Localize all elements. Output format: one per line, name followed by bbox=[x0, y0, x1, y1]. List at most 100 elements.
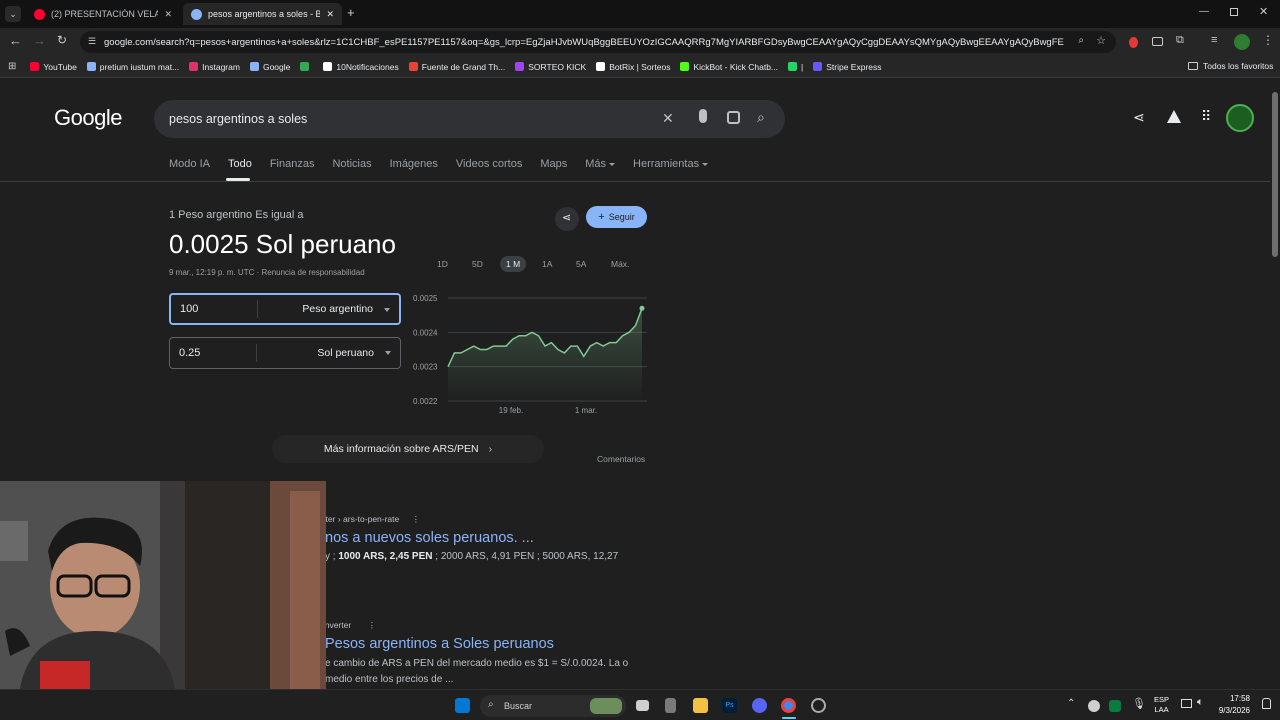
close-tab-icon[interactable]: ✕ bbox=[164, 9, 172, 20]
bookmark-item[interactable]: | bbox=[788, 62, 803, 72]
new-tab-button[interactable]: + bbox=[347, 5, 355, 20]
tab-maps[interactable]: Maps bbox=[540, 158, 567, 170]
search-input[interactable]: pesos argentinos a soles bbox=[169, 112, 307, 126]
all-bookmarks-folder[interactable]: Todos los favoritos bbox=[1188, 61, 1273, 71]
y-tick-label: 0.0022 bbox=[413, 397, 438, 406]
tab-presentacion[interactable]: (2) PRESENTACIÓN VELADA DE ✕ bbox=[26, 3, 180, 25]
bookmark-item[interactable]: Stripe Express bbox=[813, 62, 882, 72]
close-window-icon[interactable]: ✕ bbox=[1259, 5, 1268, 18]
app-gear-icon[interactable] bbox=[811, 698, 826, 713]
taskbar-search[interactable]: ⌕ Buscar bbox=[480, 695, 626, 717]
search-box[interactable]: pesos argentinos a soles ✕ ⌕ bbox=[154, 100, 785, 138]
network-icon[interactable] bbox=[1181, 699, 1192, 708]
share-button[interactable]: ⋖ bbox=[555, 207, 579, 231]
windows-start-icon[interactable] bbox=[455, 698, 470, 713]
bookmark-item[interactable]: Fuente de Grand Th... bbox=[408, 62, 505, 72]
search-icon[interactable]: ⌕ bbox=[757, 109, 765, 126]
bookmark-item[interactable] bbox=[300, 62, 313, 71]
app-icon[interactable] bbox=[665, 698, 676, 713]
page-scrollbar-thumb[interactable] bbox=[1272, 92, 1278, 257]
account-avatar[interactable] bbox=[1226, 104, 1254, 132]
bookmark-star-icon[interactable]: ☆ bbox=[1096, 34, 1106, 47]
file-explorer-icon[interactable] bbox=[693, 698, 708, 713]
task-view-icon[interactable] bbox=[636, 700, 649, 711]
bookmark-item[interactable]: Instagram bbox=[189, 62, 240, 72]
range-1m[interactable]: 1 M bbox=[500, 256, 527, 272]
google-logo[interactable]: Google bbox=[54, 105, 122, 131]
to-amount-input[interactable]: 0.25 bbox=[170, 344, 257, 362]
reload-icon[interactable]: ↻ bbox=[57, 33, 67, 47]
tab-videos-cortos[interactable]: Videos cortos bbox=[456, 158, 522, 170]
range-5a[interactable]: 5A bbox=[576, 259, 586, 269]
more-info-button[interactable]: Más información sobre ARS/PEN › bbox=[272, 435, 544, 463]
clear-icon[interactable]: ✕ bbox=[662, 110, 674, 127]
result-menu-icon[interactable]: ⋮ bbox=[412, 514, 421, 524]
range-máx[interactable]: Máx. bbox=[611, 259, 629, 269]
to-currency-select[interactable]: Sol peruano bbox=[257, 347, 400, 359]
address-bar[interactable]: ☰ google.com/search?q=pesos+argentinos+a… bbox=[80, 31, 1116, 53]
follow-button[interactable]: + Seguir bbox=[586, 206, 647, 228]
from-amount-input[interactable]: 100 bbox=[171, 300, 258, 318]
bookmark-item[interactable]: YouTube bbox=[30, 62, 77, 72]
result-menu-icon[interactable]: ⋮ bbox=[368, 620, 377, 630]
chart-last-point[interactable] bbox=[639, 305, 645, 311]
mic-tray-icon[interactable]: 🎙︎ bbox=[1132, 697, 1146, 710]
from-currency-field[interactable]: 100 Peso argentino bbox=[169, 293, 401, 325]
defender-icon[interactable] bbox=[1109, 700, 1121, 712]
share-page-icon[interactable]: ⋖ bbox=[1133, 109, 1145, 126]
apps-grid-icon[interactable]: ⊞ bbox=[8, 61, 16, 72]
to-currency-field[interactable]: 0.25 Sol peruano bbox=[169, 337, 401, 369]
show-hidden-icons[interactable]: ⌃ bbox=[1067, 698, 1075, 709]
discord-icon[interactable] bbox=[752, 698, 767, 713]
tab-noticias[interactable]: Noticias bbox=[332, 158, 371, 170]
back-icon[interactable]: ← bbox=[9, 33, 22, 48]
chrome-icon[interactable] bbox=[781, 698, 796, 713]
webcam-image bbox=[0, 481, 326, 689]
media-controls-icon[interactable]: ≡ bbox=[1211, 34, 1217, 46]
bookmark-item[interactable]: KickBot - Kick Chatb... bbox=[680, 62, 778, 72]
from-currency-select[interactable]: Peso argentino bbox=[258, 303, 399, 315]
lens-icon[interactable] bbox=[727, 111, 740, 124]
language-indicator[interactable]: ESP LAA bbox=[1154, 695, 1169, 715]
extension-red-icon[interactable] bbox=[1129, 37, 1138, 48]
notifications-icon[interactable] bbox=[1262, 698, 1271, 709]
range-1a[interactable]: 1A bbox=[542, 259, 552, 269]
tab-finanzas[interactable]: Finanzas bbox=[270, 158, 315, 170]
menu-kebab-icon[interactable]: ⋮ bbox=[1262, 33, 1274, 47]
result-1-title[interactable]: nos a nuevos soles peruanos. ... bbox=[325, 530, 534, 546]
minimize-icon[interactable]: — bbox=[1199, 6, 1209, 17]
tab-google-search[interactable]: pesos argentinos a soles - Busc ✕ bbox=[183, 3, 342, 25]
tab-más[interactable]: Más bbox=[585, 158, 616, 170]
bookmark-item[interactable]: pretium iustum mat... bbox=[86, 62, 179, 72]
tab-modo-ia[interactable]: Modo IA bbox=[169, 158, 210, 170]
bookmark-item[interactable]: SORTEO KICK bbox=[515, 62, 586, 72]
labs-flask-icon[interactable] bbox=[1167, 110, 1181, 123]
photoshop-icon[interactable]: Ps bbox=[722, 698, 737, 713]
range-5d[interactable]: 5D bbox=[472, 259, 483, 269]
onedrive-icon[interactable] bbox=[1088, 700, 1100, 712]
tab-search-button[interactable]: ⌄ bbox=[5, 6, 21, 22]
tab-herramientas[interactable]: Herramientas bbox=[633, 158, 709, 170]
comments-link[interactable]: Comentarios bbox=[597, 454, 645, 464]
windows-taskbar: ⌕ Buscar Ps ⌃ 🎙︎ ESP LAA 🔈︎ 17:58 9/3/20… bbox=[0, 689, 1280, 720]
bookmark-item[interactable]: 10Notificaciones bbox=[323, 62, 399, 72]
profile-avatar[interactable] bbox=[1234, 34, 1250, 50]
restore-icon[interactable] bbox=[1230, 8, 1238, 16]
site-info-icon[interactable]: ☰ bbox=[88, 36, 96, 47]
google-apps-icon[interactable]: ⠿ bbox=[1201, 108, 1211, 125]
extensions-puzzle-icon[interactable]: ⧉ bbox=[1176, 34, 1184, 47]
close-tab-icon[interactable]: ✕ bbox=[326, 9, 334, 20]
zoom-icon[interactable]: ⌕ bbox=[1078, 35, 1084, 46]
bookmark-item[interactable]: BotRix | Sorteos bbox=[596, 62, 670, 72]
forward-icon[interactable]: → bbox=[33, 33, 46, 48]
tab-todo[interactable]: Todo bbox=[228, 158, 252, 170]
bookmark-item[interactable]: Google bbox=[249, 62, 290, 72]
range-1d[interactable]: 1D bbox=[437, 259, 448, 269]
mic-icon[interactable] bbox=[699, 109, 707, 123]
tab-imágenes[interactable]: Imágenes bbox=[390, 158, 438, 170]
system-clock[interactable]: 17:58 9/3/2026 bbox=[1219, 693, 1250, 717]
extension-icon[interactable] bbox=[1152, 37, 1163, 46]
volume-icon[interactable]: 🔈︎ bbox=[1197, 696, 1204, 709]
converter-label: 1 Peso argentino Es igual a bbox=[169, 209, 304, 221]
result-2-title[interactable]: Pesos argentinos a Soles peruanos bbox=[325, 636, 554, 652]
